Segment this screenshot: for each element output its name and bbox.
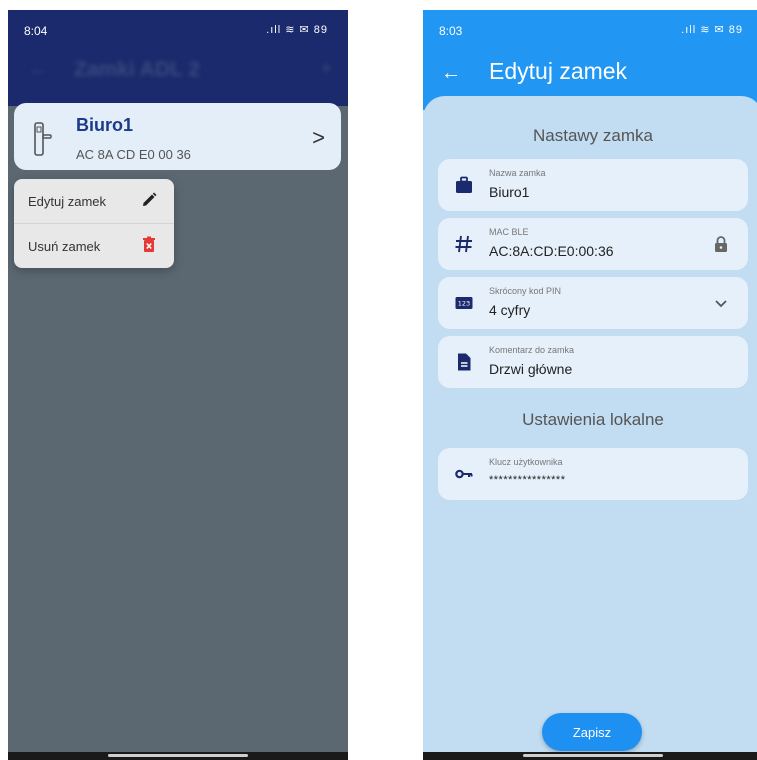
phone-screen-lock-list: ← Zamki ADL 2 + 8:04 .ıll ≋ ✉ 89 Biuro1 … [8, 10, 348, 760]
lock-comment-field[interactable]: Komentarz do zamka Drzwi główne [438, 336, 748, 388]
status-bar: 8:03 .ıll ≋ ✉ 89 [423, 10, 757, 50]
door-lock-icon [34, 122, 52, 156]
field-value: Drzwi główne [489, 361, 573, 377]
menu-item-delete-lock[interactable]: Usuń zamek [14, 224, 174, 268]
mac-ble-field: MAC BLE AC:8A:CD:E0:00:36 [438, 218, 748, 270]
status-icons: .ıll ≋ ✉ 89 [681, 24, 743, 36]
edit-form: Nastawy zamka Nazwa zamka Biuro1 MAC BLE… [423, 96, 757, 752]
hash-icon [455, 235, 472, 253]
back-arrow-icon: ← [28, 58, 48, 80]
lock-list-item[interactable]: Biuro1 AC 8A CD E0 00 36 > [14, 103, 341, 170]
lock-name-field[interactable]: Nazwa zamka Biuro1 [438, 159, 748, 211]
field-label: MAC BLE [489, 227, 529, 237]
pin-length-select[interactable]: 123 Skrócony kod PIN 4 cyfry [438, 277, 748, 329]
field-value: AC:8A:CD:E0:00:36 [489, 243, 614, 259]
field-label: Nazwa zamka [489, 168, 546, 178]
status-time: 8:03 [439, 24, 463, 38]
app-bar-title: Zamki ADL 2 [74, 58, 201, 81]
phone-screen-edit-lock: ← Edytuj zamek 8:03 .ıll ≋ ✉ 89 Nastawy … [423, 10, 757, 760]
briefcase-icon [456, 176, 472, 193]
field-label: Klucz użytkownika [489, 457, 563, 467]
user-key-field[interactable]: Klucz użytkownika **************** [438, 448, 748, 500]
document-icon [458, 353, 471, 371]
pencil-icon [143, 192, 157, 206]
lock-name: Biuro1 [76, 115, 134, 135]
menu-item-label: Edytuj zamek [28, 194, 107, 209]
svg-text:123: 123 [458, 300, 470, 308]
trash-icon [143, 236, 155, 252]
section-title-local-settings: Ustawienia lokalne [522, 410, 664, 429]
menu-item-edit-lock[interactable]: Edytuj zamek [14, 179, 174, 224]
key-icon [455, 469, 473, 479]
home-indicator[interactable] [108, 754, 248, 757]
section-title-lock-settings: Nastawy zamka [533, 126, 653, 145]
field-value: Biuro1 [489, 184, 530, 200]
status-time: 8:04 [24, 24, 48, 38]
numeric-123-icon: 123 [455, 297, 473, 309]
field-label: Komentarz do zamka [489, 345, 575, 355]
save-button[interactable]: Zapisz [542, 713, 642, 751]
field-value: **************** [489, 474, 566, 486]
chevron-right-icon[interactable]: > [312, 125, 325, 151]
home-indicator[interactable] [523, 754, 663, 757]
system-nav-bar [423, 752, 757, 760]
add-icon: + [320, 58, 332, 80]
back-arrow-icon[interactable]: ← [441, 62, 461, 85]
context-menu: Edytuj zamek Usuń zamek [14, 179, 174, 268]
menu-item-label: Usuń zamek [28, 239, 101, 254]
app-bar-title: Edytuj zamek [489, 58, 628, 84]
lock-mac: AC 8A CD E0 00 36 [76, 147, 191, 162]
chevron-down-icon[interactable] [712, 294, 730, 312]
system-nav-bar [8, 752, 348, 760]
status-bar: 8:04 .ıll ≋ ✉ 89 [8, 10, 348, 50]
lock-icon [715, 236, 727, 252]
status-icons: .ıll ≋ ✉ 89 [266, 24, 328, 36]
field-label: Skrócony kod PIN [489, 286, 562, 296]
field-value: 4 cyfry [489, 302, 531, 318]
